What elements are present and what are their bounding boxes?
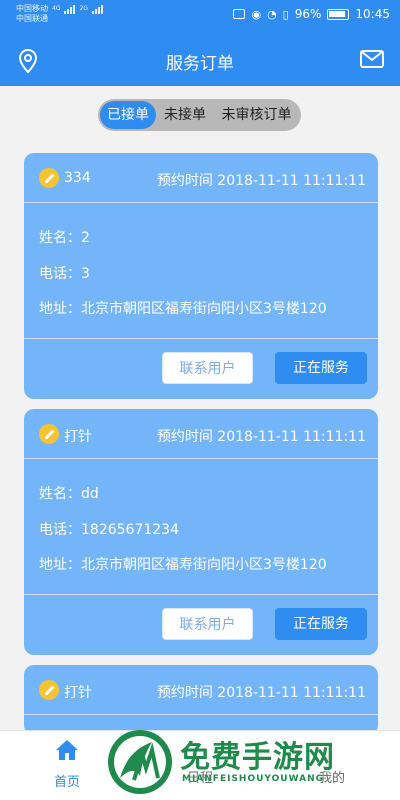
- alarm-icon: ◔: [267, 7, 277, 21]
- customer-address: 地址：北京市朝阳区福寿街向阳小区3号楼120: [39, 557, 327, 573]
- order-name: 334: [64, 170, 91, 186]
- nfc-icon: [233, 9, 246, 19]
- battery-percent: 96%: [294, 7, 322, 21]
- tab-unreviewed[interactable]: 未审核订单: [214, 101, 299, 129]
- network-1: 4G: [52, 5, 61, 12]
- order-card[interactable]: 334 预约时间 2018-11-11 11:11:11 姓名：2 电话：3 地…: [24, 153, 378, 399]
- order-card-header: 打针 预约时间 2018-11-11 11:11:11: [24, 665, 378, 715]
- order-card[interactable]: 打针 预约时间 2018-11-11 11:11:11: [24, 665, 378, 735]
- order-card-header: 打针 预约时间 2018-11-11 11:11:11: [24, 409, 378, 459]
- signal-icon-2: [91, 4, 103, 14]
- tab-unaccepted[interactable]: 未接单: [156, 101, 214, 129]
- mail-icon[interactable]: [360, 50, 384, 68]
- in-service-button[interactable]: 正在服务: [275, 352, 367, 384]
- nav-schedule-label: 日程: [186, 771, 213, 786]
- nav-home-label: 首页: [53, 775, 80, 790]
- vibrate-icon: ▯: [282, 7, 289, 21]
- order-time: 预约时间 2018-11-11 11:11:11: [156, 429, 366, 445]
- order-card[interactable]: 打针 预约时间 2018-11-11 11:11:11 姓名：dd 电话：182…: [24, 409, 378, 655]
- home-icon: [56, 740, 78, 760]
- signal-icon: [64, 4, 76, 14]
- order-name: 打针: [64, 685, 92, 701]
- nav-mine-label: 我的: [318, 771, 345, 786]
- carrier-1: 中国移动: [16, 4, 48, 13]
- contact-user-button[interactable]: 联系用户: [162, 608, 253, 640]
- eye-icon: ◉: [251, 7, 262, 21]
- app-header: 服务订单: [0, 34, 400, 86]
- page-title: 服务订单: [166, 54, 234, 74]
- nav-schedule[interactable]: 日程: [180, 739, 220, 786]
- battery-icon: [327, 8, 350, 20]
- customer-phone: 电话：3: [39, 266, 90, 282]
- order-card-header: 334 预约时间 2018-11-11 11:11:11: [24, 153, 378, 203]
- status-bar: 中国移动 4G 2G 中国联通 ◉ ◔ ▯ 96% 10:45: [0, 0, 400, 34]
- nav-mine[interactable]: 我的: [312, 739, 352, 786]
- order-name: 打针: [64, 429, 92, 445]
- bottom-nav: 首页 日程 我的: [0, 730, 400, 800]
- network-2: 2G: [79, 5, 88, 12]
- order-card-body: 姓名：2 电话：3 地址：北京市朝阳区福寿街向阳小区3号楼120: [24, 203, 378, 339]
- pencil-icon: [39, 424, 59, 444]
- customer-address: 地址：北京市朝阳区福寿街向阳小区3号楼120: [39, 301, 327, 317]
- contact-user-button[interactable]: 联系用户: [162, 352, 253, 384]
- pencil-icon: [39, 168, 59, 188]
- pencil-icon: [39, 680, 59, 700]
- customer-name: 姓名：dd: [39, 486, 99, 502]
- order-card-footer: 联系用户 正在服务: [24, 595, 378, 655]
- order-card-footer: 联系用户 正在服务: [24, 339, 378, 399]
- customer-name: 姓名：2: [39, 230, 90, 246]
- nav-home[interactable]: 首页: [42, 739, 92, 790]
- status-right: ◉ ◔ ▯ 96% 10:45: [233, 7, 390, 21]
- order-status-tabs: 已接单 未接单 未审核订单: [98, 99, 301, 131]
- in-service-button[interactable]: 正在服务: [275, 608, 367, 640]
- carrier-2: 中国联通: [16, 14, 48, 23]
- order-card-body: 姓名：dd 电话：18265671234 地址：北京市朝阳区福寿街向阳小区3号楼…: [24, 459, 378, 595]
- order-time: 预约时间 2018-11-11 11:11:11: [156, 173, 366, 189]
- tab-accepted[interactable]: 已接单: [100, 101, 156, 129]
- carrier-info: 中国移动 4G 2G 中国联通: [16, 4, 103, 24]
- clock: 10:45: [355, 7, 390, 21]
- order-time: 预约时间 2018-11-11 11:11:11: [156, 685, 366, 701]
- customer-phone: 电话：18265671234: [39, 522, 179, 538]
